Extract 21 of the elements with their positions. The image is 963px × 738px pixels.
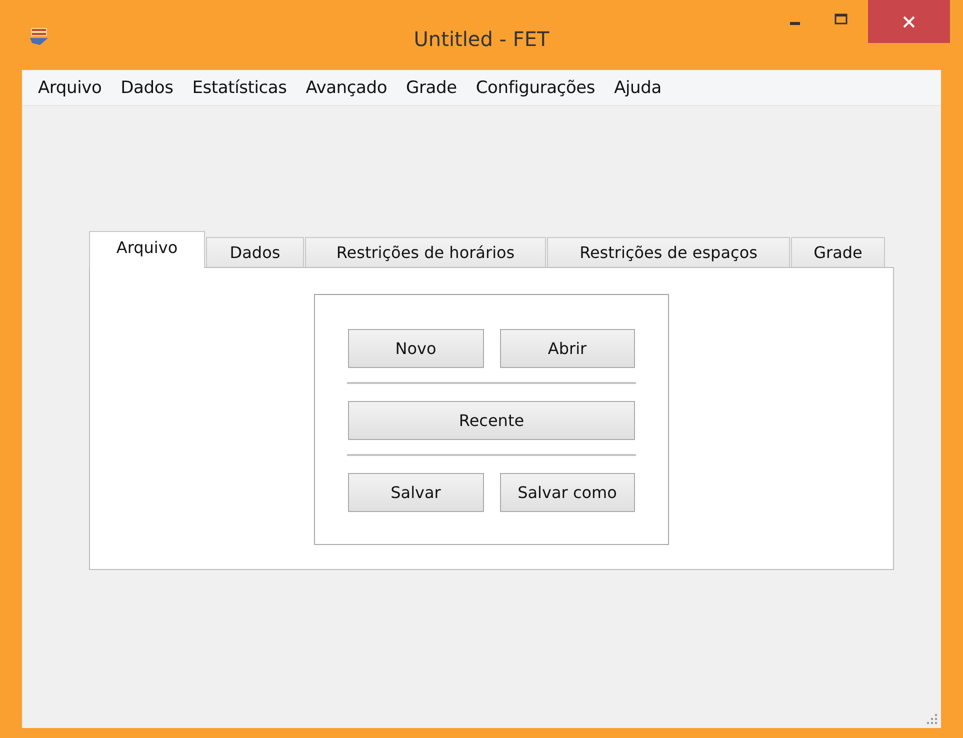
resize-grip-icon[interactable] [927,714,938,725]
tab[interactable]: Grade [791,237,885,267]
menu-item[interactable]: Configurações [466,78,604,98]
menu-item[interactable]: Dados [110,78,182,98]
open-button[interactable]: Abrir [500,329,635,368]
tab[interactable]: Restrições de horários [305,237,546,267]
recent-button[interactable]: Recente [348,401,635,440]
save-button[interactable]: Salvar [348,473,484,512]
window-title: Untitled - FET [414,27,550,51]
close-icon [903,16,915,28]
menu-item[interactable]: Arquivo [28,78,111,98]
menu-item[interactable]: Grade [396,78,466,98]
menu-item[interactable]: Estatísticas [182,78,296,98]
menu-item[interactable]: Avançado [296,78,396,98]
tab[interactable]: Restrições de espaços [547,237,790,267]
tab[interactable]: Arquivo [89,231,205,268]
new-button[interactable]: Novo [348,329,484,368]
save-as-button[interactable]: Salvar como [500,473,635,512]
menu-item[interactable]: Ajuda [604,78,670,98]
app-logo-icon [28,26,50,46]
tab[interactable]: Dados [206,237,304,267]
